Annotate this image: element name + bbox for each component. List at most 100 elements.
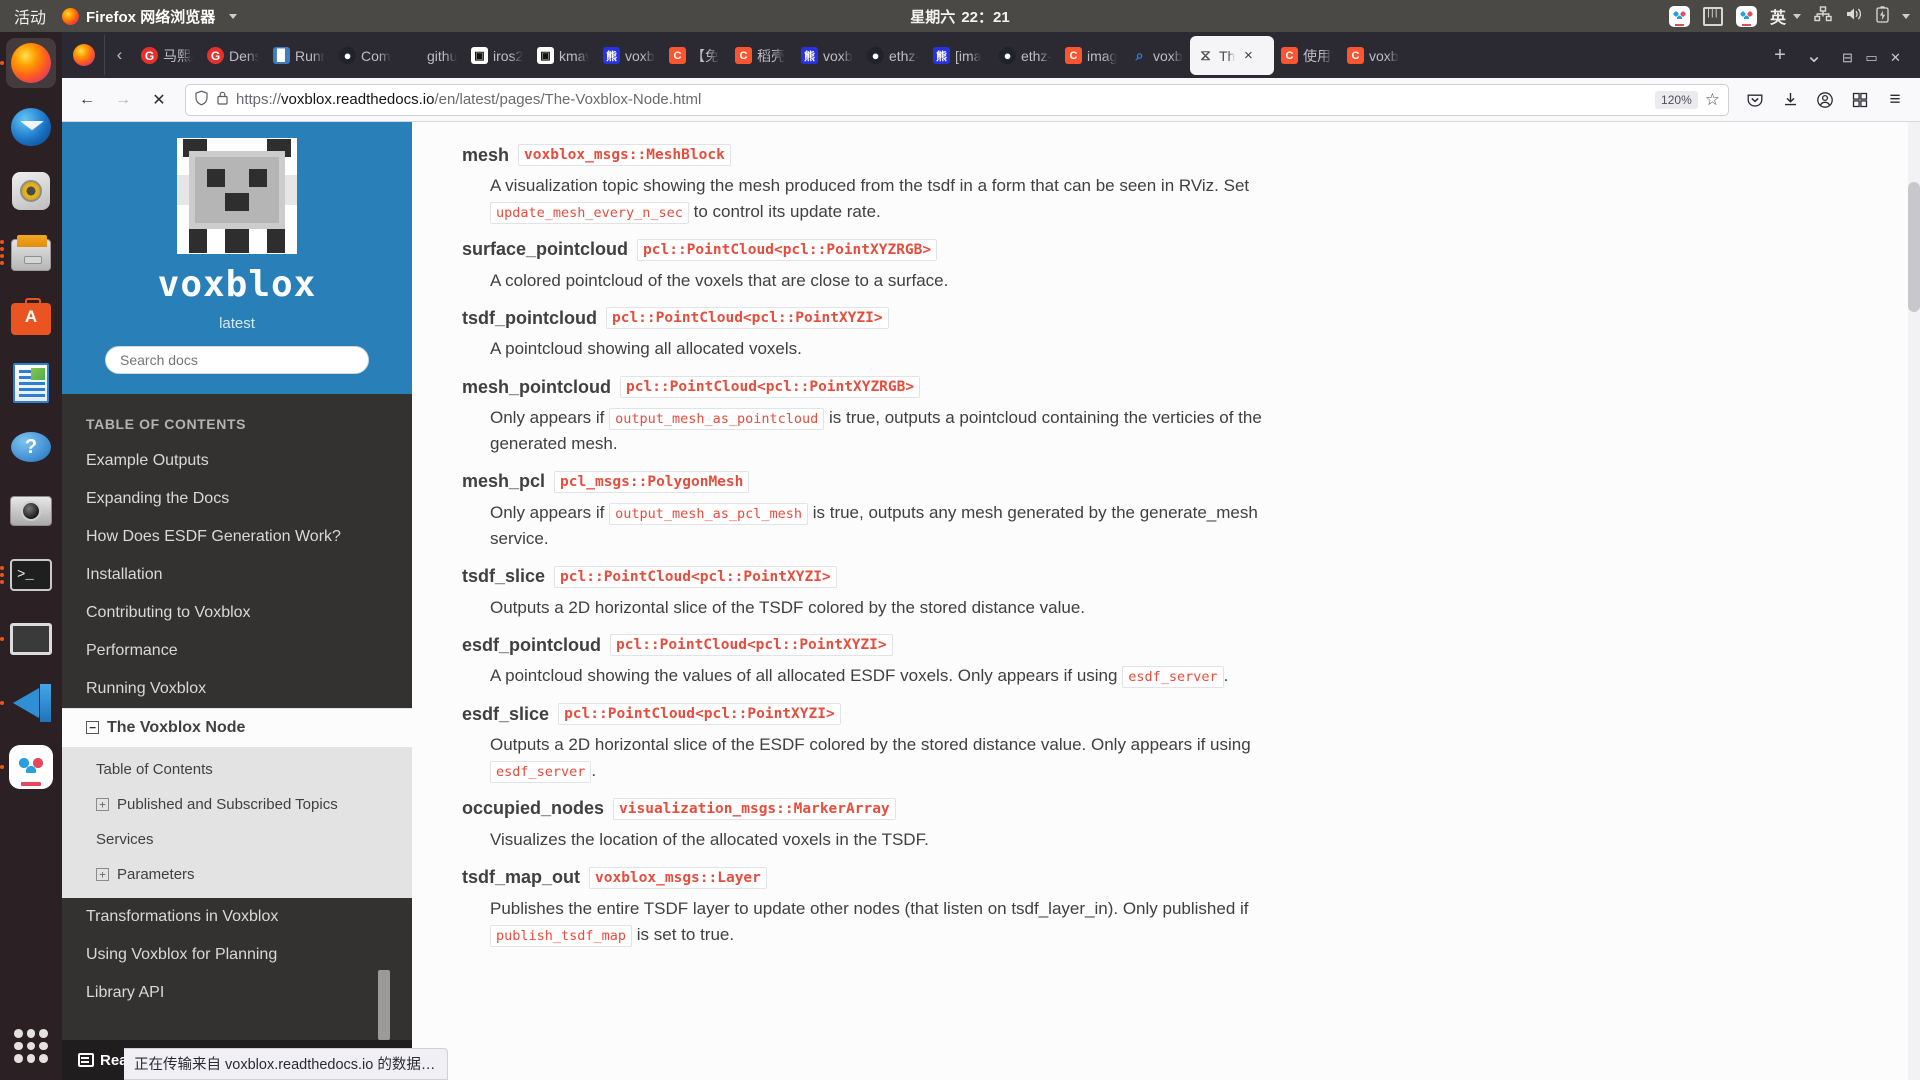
toc-item-parameters[interactable]: + Parameters — [62, 857, 412, 892]
volume-icon[interactable] — [1845, 6, 1863, 26]
browser-tab[interactable]: C 使用V — [1274, 36, 1340, 75]
app-menu-button[interactable]: ≡ — [1879, 84, 1911, 116]
tab-title: Th — [1219, 47, 1236, 64]
extensions-icon[interactable] — [1844, 84, 1876, 116]
zoom-level-badge[interactable]: 120% — [1655, 90, 1698, 109]
clock[interactable]: 星期六 22：21 — [910, 6, 1009, 27]
browser-tab[interactable]: ● ethz- — [992, 36, 1058, 75]
browser-tab[interactable]: ▉ Runn — [266, 36, 332, 75]
toc-item-label: Running Voxblox — [86, 680, 207, 697]
show-applications-button[interactable] — [11, 1026, 51, 1066]
browser-tab[interactable]: ● Com — [332, 36, 398, 75]
browser-tab[interactable]: ● ethz- — [860, 36, 926, 75]
back-button[interactable]: ← — [71, 84, 103, 116]
dock-item-firefox[interactable] — [0, 38, 56, 88]
sidebar-scrollbar-thumb[interactable] — [378, 970, 390, 1040]
page-scrollbar-track[interactable] — [1908, 122, 1920, 1080]
battery-icon[interactable] — [1876, 5, 1889, 27]
dock-item-app-tri[interactable] — [0, 742, 56, 792]
dock-item-camera[interactable] — [6, 486, 56, 536]
close-button[interactable]: ✕ — [1889, 50, 1902, 65]
bookmark-star-icon[interactable]: ☆ — [1705, 90, 1720, 110]
docs-brand-header[interactable]: voxblox latest — [62, 122, 412, 394]
toc-item-performance[interactable]: Performance — [62, 632, 412, 670]
toc-item-using-voxblox-for-planning[interactable]: Using Voxblox for Planning — [62, 936, 412, 974]
browser-tab[interactable]: 熊 voxb — [794, 36, 860, 75]
browser-tab[interactable]: Cimag — [1058, 36, 1124, 75]
forward-button[interactable]: → — [107, 84, 139, 116]
minimize-button[interactable]: ⊟ — [1841, 50, 1854, 65]
browser-tab[interactable]: 熊 [ima — [926, 36, 992, 75]
tri-app-tray-icon-2[interactable] — [1735, 5, 1757, 27]
tri-app-tray-icon[interactable] — [1668, 5, 1690, 27]
web-page-viewport: voxblox latest TABLE OF CONTENTS Example… — [62, 122, 1920, 1080]
browser-tab[interactable]: ▣ iros2 — [464, 36, 530, 75]
hourglass-favicon-icon: ⧖ — [1200, 47, 1211, 64]
chevron-down-icon[interactable] — [1902, 13, 1910, 19]
search-input[interactable] — [105, 346, 369, 374]
dock-item-help[interactable]: ? — [6, 422, 56, 472]
shield-icon[interactable] — [194, 90, 209, 110]
activities-button[interactable]: 活动 — [0, 4, 62, 28]
network-icon[interactable] — [1814, 6, 1832, 26]
dock-item-vscode[interactable] — [0, 678, 56, 728]
new-tab-button[interactable]: + — [1763, 35, 1797, 75]
toc-item-contributing-to-voxblox[interactable]: Contributing to Voxblox — [62, 594, 412, 632]
none-favicon-icon — [405, 47, 422, 64]
browser-tab[interactable]: G Dens — [200, 36, 266, 75]
pocket-icon[interactable] — [1739, 84, 1771, 116]
close-tab-icon[interactable]: × — [1240, 47, 1256, 64]
browser-tab[interactable]: C 稻壳 — [728, 36, 794, 75]
dock-item-thunderbird[interactable] — [6, 102, 56, 152]
url-bar[interactable]: https://voxblox.readthedocs.io/en/latest… — [185, 83, 1729, 116]
toc-item-installation[interactable]: Installation — [62, 556, 412, 594]
list-all-tabs-button[interactable]: ⌄ — [1797, 35, 1831, 75]
toc-item-transformations-in-voxblox[interactable]: Transformations in Voxblox — [62, 898, 412, 936]
browser-tab[interactable]: 熊 voxb — [596, 36, 662, 75]
browser-tab[interactable]: C 【免 — [662, 36, 728, 75]
browser-tab[interactable]: github.c — [398, 36, 464, 75]
chevron-down-icon — [229, 13, 238, 19]
page-scrollbar-thumb[interactable] — [1908, 182, 1920, 312]
stop-button[interactable]: ✕ — [143, 84, 175, 116]
browser-tab[interactable]: ▣ kmav — [530, 36, 596, 75]
download-icon[interactable] — [1774, 84, 1806, 116]
toc-item-the-voxblox-node[interactable]: − The Voxblox Node — [62, 708, 412, 748]
toc-item-library-api[interactable]: Library API — [62, 974, 412, 1012]
ime-indicator[interactable]: 英 — [1770, 4, 1786, 28]
expand-icon[interactable]: + — [96, 868, 109, 881]
topic-name: occupied_nodes — [462, 798, 605, 819]
tab-title: ethz- — [1021, 47, 1051, 64]
url-host: voxblox.readthedocs.io — [281, 91, 435, 108]
expand-icon[interactable]: + — [96, 798, 109, 811]
panel-grid-icon[interactable] — [1702, 6, 1723, 26]
browser-tab-active[interactable]: ⧖ Th × — [1190, 36, 1274, 75]
dock-item-ubuntu-software[interactable] — [6, 294, 56, 344]
collapse-icon[interactable]: − — [86, 721, 99, 734]
toc-item-services[interactable]: Services — [62, 822, 412, 857]
toc-item-running-voxblox[interactable]: Running Voxblox — [62, 670, 412, 708]
toc-item-example-outputs[interactable]: Example Outputs — [62, 442, 412, 480]
toc-item-published-and-subscribed-topics[interactable]: + Published and Subscribed Topics — [62, 787, 412, 822]
maximize-button[interactable]: ▭ — [1865, 50, 1878, 65]
url-scheme: https:// — [236, 91, 282, 108]
browser-tab[interactable]: G 马熙/ — [134, 36, 200, 75]
dock-item-libreoffice[interactable] — [6, 358, 56, 408]
browser-tab[interactable]: ⌕ voxb — [1124, 36, 1190, 75]
dock-item-files[interactable] — [0, 230, 56, 280]
toc-item-expanding-the-docs[interactable]: Expanding the Docs — [62, 480, 412, 518]
toc-item-table-of-contents[interactable]: Table of Contents — [62, 752, 412, 787]
description-text: . — [591, 761, 597, 781]
active-app-menu[interactable]: Firefox 网络浏览器 — [62, 6, 238, 27]
dock-item-blank-window[interactable] — [0, 614, 56, 664]
toc-item-how-does-esdf-generation-work[interactable]: How Does ESDF Generation Work? — [62, 518, 412, 556]
dock-item-terminal[interactable]: >_ — [0, 550, 56, 600]
description-text: Outputs a 2D horizontal slice of the TSD… — [490, 597, 1085, 617]
firefox-account-button[interactable] — [64, 35, 104, 75]
account-icon[interactable] — [1809, 84, 1841, 116]
browser-tab[interactable]: Cvoxb — [1340, 36, 1406, 75]
lock-icon[interactable] — [216, 90, 229, 110]
dock-item-rhythmbox[interactable] — [6, 166, 56, 216]
tab-title: iros2 — [493, 47, 523, 64]
tab-history-back-icon[interactable]: ‹ — [104, 35, 134, 75]
